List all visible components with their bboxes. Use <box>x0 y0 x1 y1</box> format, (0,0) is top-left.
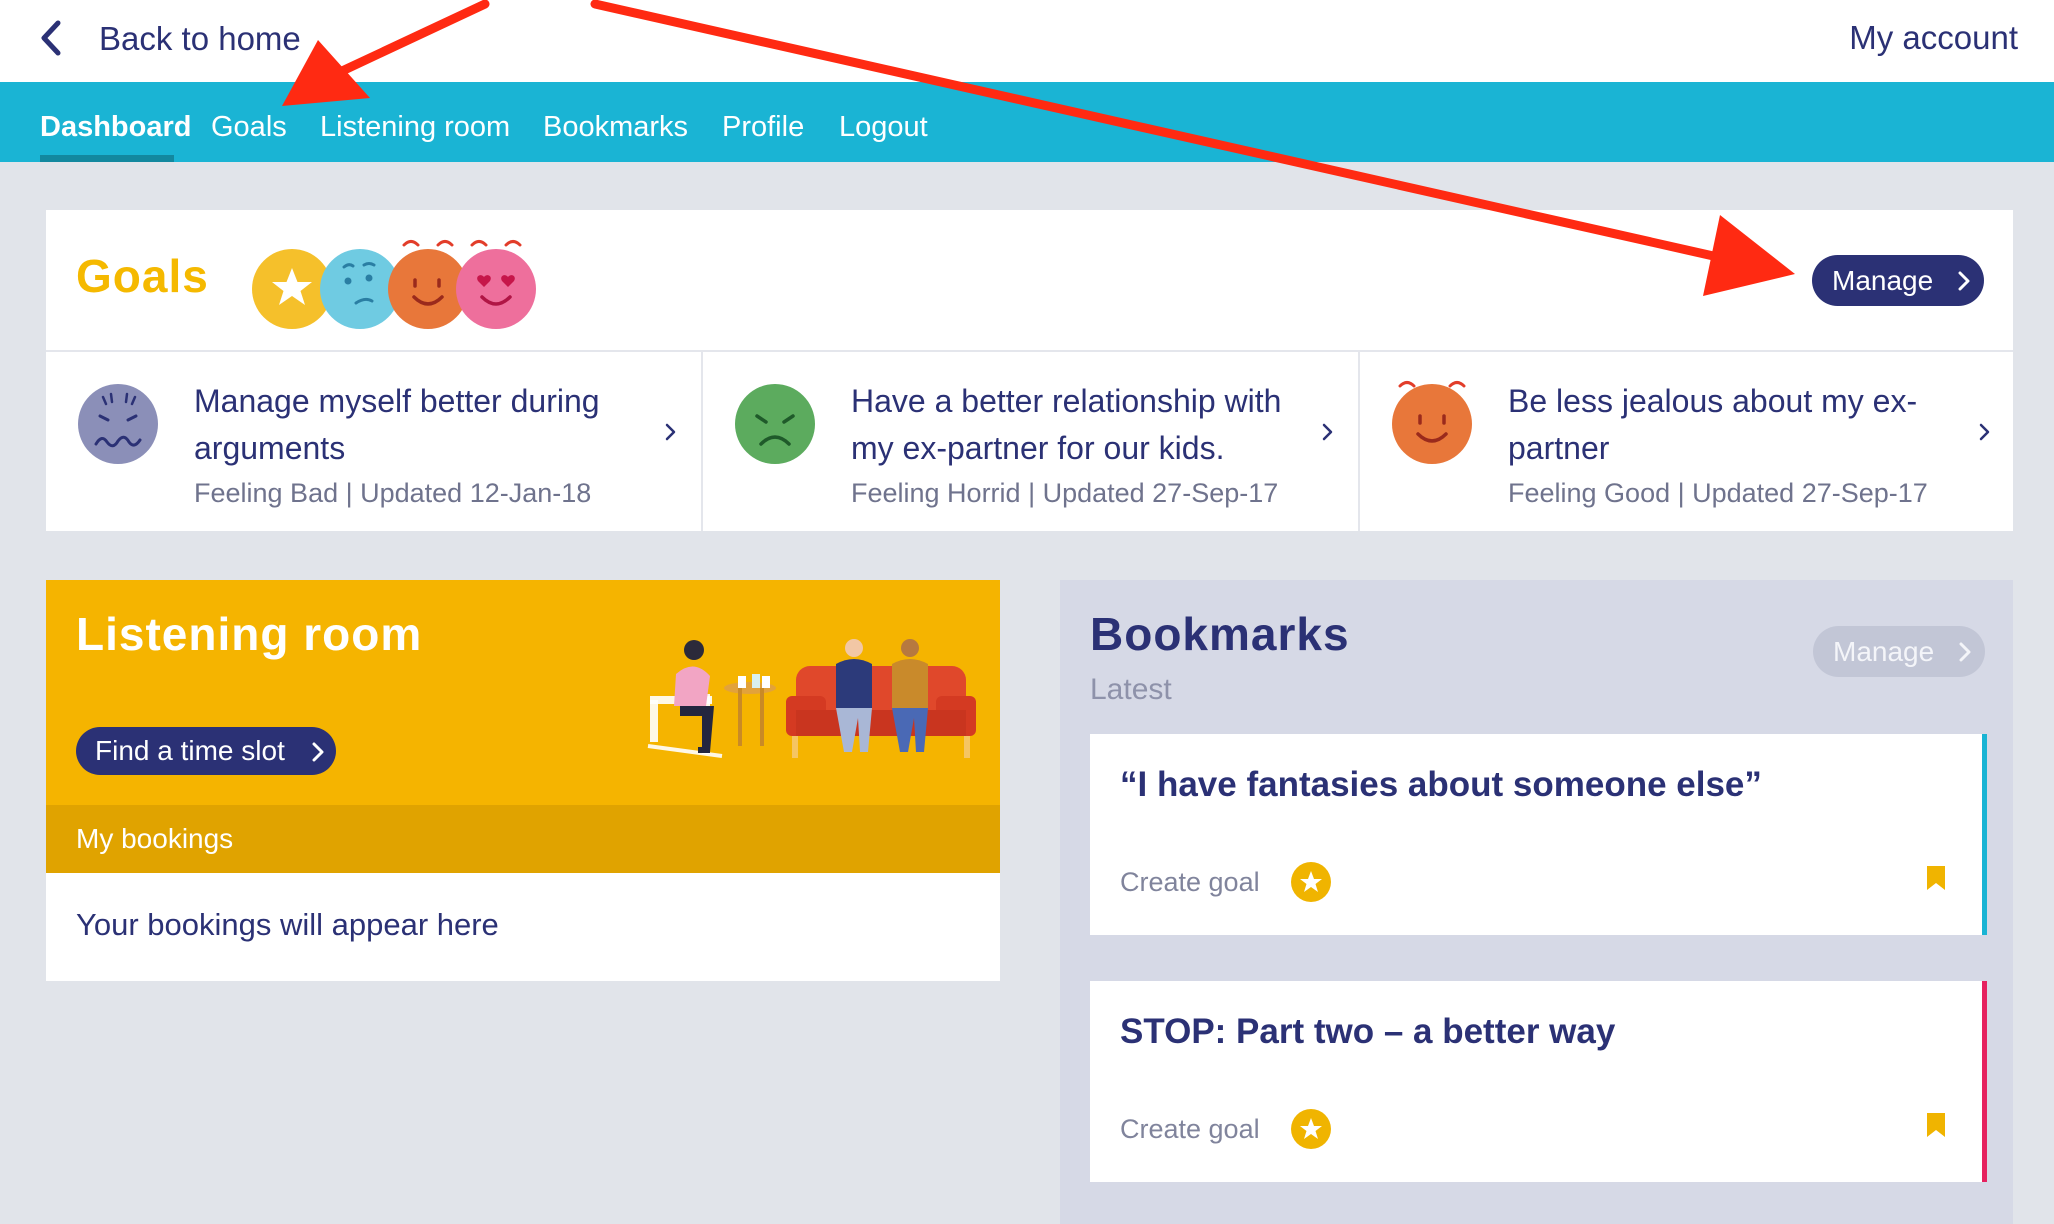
goal-meta: Feeling Good | Updated 27-Sep-17 <box>1508 478 1928 508</box>
worried-face-icon <box>76 382 160 466</box>
listening-room-card: Listening room Find a time slot My booki… <box>46 580 1000 981</box>
happy-face-icon <box>1390 374 1474 466</box>
goals-card: Goals Manage Manage myself better during… <box>46 210 2013 531</box>
nav-goals[interactable]: Goals <box>211 82 287 162</box>
bookmarks-panel: Bookmarks Latest Manage “I have fantasie… <box>1060 580 2013 1224</box>
back-chevron-icon[interactable] <box>38 18 66 58</box>
chevron-right-icon <box>665 422 677 442</box>
bookmarks-subtitle: Latest <box>1090 673 1172 706</box>
love-face-icon <box>456 240 536 329</box>
goal-meta: Feeling Bad | Updated 12-Jan-18 <box>194 478 592 508</box>
goal-title: Have a better relationship with my ex-pa… <box>851 383 1282 466</box>
back-to-home-link[interactable]: Back to home <box>99 18 301 60</box>
bookmarks-heading: Bookmarks <box>1090 608 1350 660</box>
goal-title: Be less jealous about my ex-partner <box>1508 383 1918 466</box>
my-account-link[interactable]: My account <box>1849 17 2018 59</box>
bookmark-icon[interactable] <box>1926 1112 1946 1138</box>
find-time-slot-label: Find a time slot <box>95 735 285 766</box>
goal-meta: Feeling Horrid | Updated 27-Sep-17 <box>851 478 1279 508</box>
bookmark-title[interactable]: “I have fantasies about someone else” <box>1120 762 1762 808</box>
bookmark-card[interactable]: “I have fantasies about someone else” Cr… <box>1090 734 1987 935</box>
nav-listening-room[interactable]: Listening room <box>320 82 510 162</box>
chevron-right-icon <box>1958 271 1970 291</box>
nav-logout[interactable]: Logout <box>839 82 928 162</box>
find-time-slot-button[interactable]: Find a time slot <box>76 727 336 775</box>
sad-face-icon <box>733 382 817 466</box>
goals-heading: Goals <box>76 250 209 302</box>
active-tab-indicator <box>40 155 174 162</box>
goals-faces-illustration <box>252 235 552 329</box>
bookmark-card[interactable]: STOP: Part two – a better way Create goa… <box>1090 981 1987 1182</box>
listening-room-header: Listening room Find a time slot <box>46 580 1000 805</box>
goal-title: Manage myself better during arguments <box>194 383 600 466</box>
nav-bookmarks[interactable]: Bookmarks <box>543 82 688 162</box>
star-icon[interactable] <box>1291 1109 1331 1149</box>
bookmarks-manage-button[interactable]: Manage <box>1813 626 1985 677</box>
manage-label: Manage <box>1833 636 1935 667</box>
main-nav: Dashboard Goals Listening room Bookmarks… <box>0 82 2054 162</box>
listening-room-illustration <box>646 638 976 763</box>
star-icon[interactable] <box>1291 862 1331 902</box>
bookmark-icon[interactable] <box>1926 865 1946 891</box>
nav-profile[interactable]: Profile <box>722 82 804 162</box>
happy-face-icon <box>388 240 468 329</box>
top-bar: Back to home My account <box>0 0 2054 82</box>
nav-dashboard[interactable]: Dashboard <box>40 82 191 162</box>
bookings-area: Your bookings will appear here <box>46 873 1000 981</box>
goal-item[interactable]: Be less jealous about my ex-partner Feel… <box>1360 352 2015 531</box>
listening-room-heading: Listening room <box>76 608 423 660</box>
my-bookings-label[interactable]: My bookings <box>76 805 233 873</box>
goals-manage-button[interactable]: Manage <box>1812 255 1984 306</box>
create-goal-link[interactable]: Create goal <box>1120 864 1260 900</box>
bookings-empty-text: Your bookings will appear here <box>76 907 499 942</box>
chevron-right-icon <box>312 742 324 762</box>
chevron-right-icon <box>1959 642 1971 662</box>
create-goal-link[interactable]: Create goal <box>1120 1111 1260 1147</box>
goal-item[interactable]: Have a better relationship with my ex-pa… <box>703 352 1358 531</box>
chevron-right-icon <box>1979 422 1991 442</box>
goal-item[interactable]: Manage myself better during arguments Fe… <box>46 352 701 531</box>
my-bookings-bar: My bookings <box>46 805 1000 873</box>
chevron-right-icon <box>1322 422 1334 442</box>
bookmark-title[interactable]: STOP: Part two – a better way <box>1120 1009 1615 1055</box>
manage-label: Manage <box>1832 265 1934 296</box>
